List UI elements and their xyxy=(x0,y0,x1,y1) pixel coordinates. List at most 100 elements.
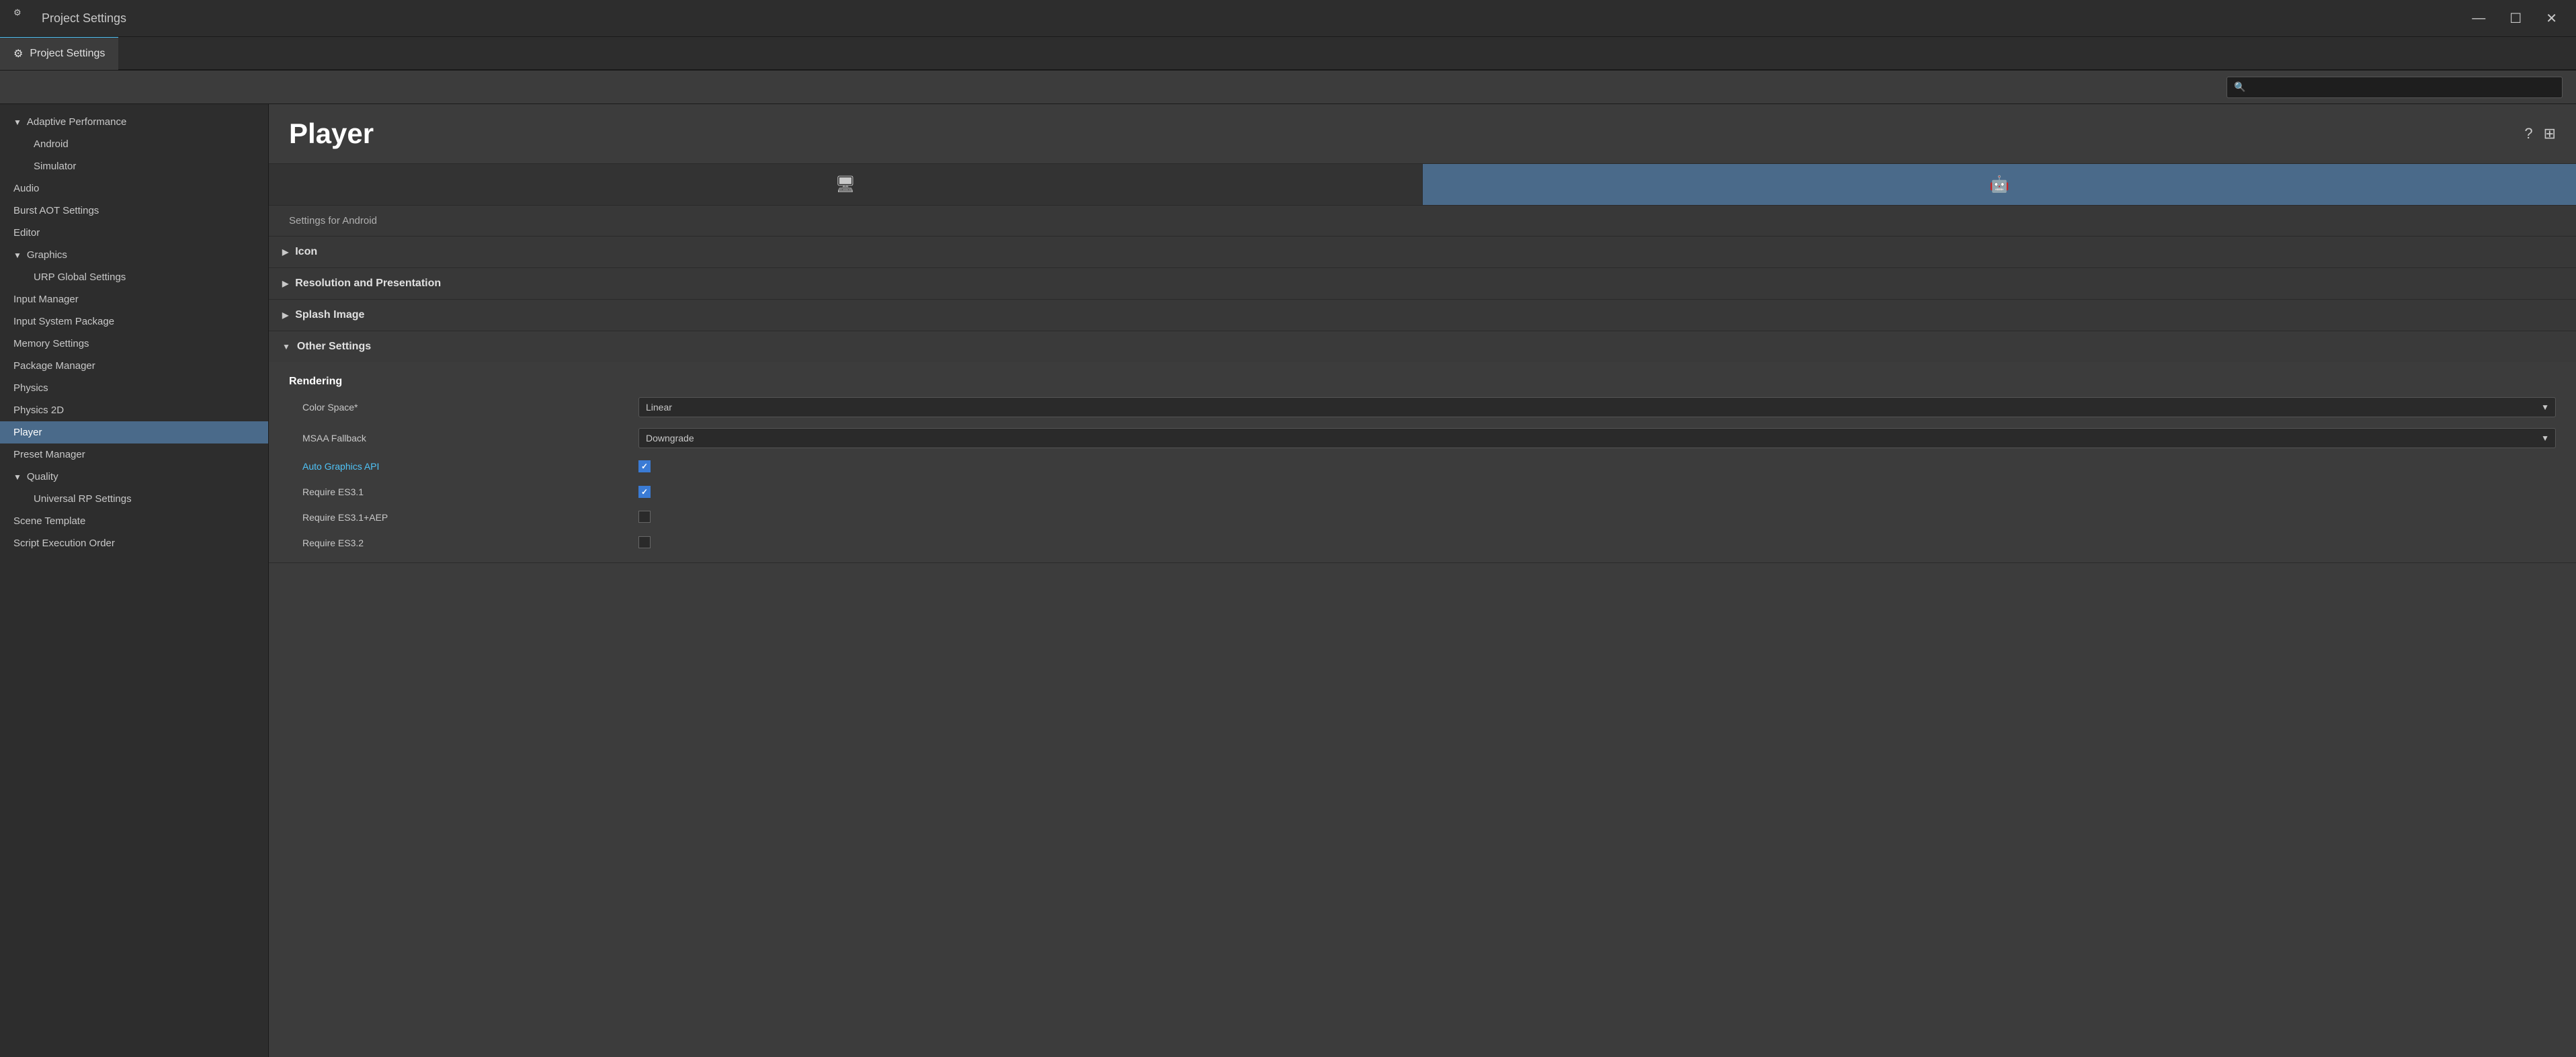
sidebar-item-graphics[interactable]: ▼ Graphics xyxy=(0,244,268,266)
section-resolution: ▶ Resolution and Presentation xyxy=(269,268,2576,300)
search-bar: 🔍 xyxy=(0,71,2576,104)
sidebar-item-urp-global[interactable]: URP Global Settings xyxy=(0,266,268,288)
sidebar-item-physics[interactable]: Physics xyxy=(0,377,268,399)
rendering-group-label: Rendering xyxy=(269,369,2576,392)
es31-label: Require ES3.1 xyxy=(302,487,638,497)
content-header-icons: ? ⊞ xyxy=(2524,125,2556,142)
es31-checkbox[interactable] xyxy=(638,486,651,498)
title-bar-controls: — ☐ ✕ xyxy=(2466,7,2563,30)
sidebar-item-editor[interactable]: Editor xyxy=(0,222,268,244)
sidebar-label-input-manager: Input Manager xyxy=(13,294,79,305)
icon-section-arrow: ▶ xyxy=(282,247,288,257)
content-header: Player ? ⊞ xyxy=(269,104,2576,164)
auto-graphics-checkbox[interactable] xyxy=(638,460,651,472)
sidebar-label-memory-settings: Memory Settings xyxy=(13,338,89,349)
sidebar-label-input-system: Input System Package xyxy=(13,316,114,327)
section-other: ▼ Other Settings Rendering Color Space* … xyxy=(269,331,2576,563)
sidebar-item-audio[interactable]: Audio xyxy=(0,177,268,200)
field-row-es32: Require ES3.2 xyxy=(269,530,2576,556)
tab-gear-icon: ⚙ xyxy=(13,47,23,60)
section-icon-label: Icon xyxy=(295,246,317,258)
splash-section-arrow: ▶ xyxy=(282,310,288,320)
sidebar-label-quality: Quality xyxy=(27,471,58,482)
adaptive-performance-arrow: ▼ xyxy=(13,118,22,127)
title-bar-text: Project Settings xyxy=(42,11,126,26)
msaa-fallback-value: Downgrade None ▼ xyxy=(638,428,2556,448)
tab-label: Project Settings xyxy=(30,48,105,60)
sidebar-item-universal-rp[interactable]: Universal RP Settings xyxy=(0,488,268,510)
quality-arrow: ▼ xyxy=(13,472,22,482)
sidebar-item-adaptive-performance[interactable]: ▼ Adaptive Performance xyxy=(0,111,268,133)
desktop-platform-tab[interactable]: 🖥 xyxy=(269,164,1423,205)
close-button[interactable]: ✕ xyxy=(2540,7,2563,30)
sidebar-label-adaptive-performance: Adaptive Performance xyxy=(27,116,126,128)
tab-bar: ⚙ Project Settings xyxy=(0,37,2576,71)
sidebar-label-burst-aot: Burst AOT Settings xyxy=(13,205,99,216)
help-button[interactable]: ? xyxy=(2524,125,2532,142)
msaa-fallback-dropdown-wrapper: Downgrade None ▼ xyxy=(638,428,2556,448)
title-bar: ⚙ Project Settings — ☐ ✕ xyxy=(0,0,2576,37)
sidebar: ▼ Adaptive Performance Android Simulator… xyxy=(0,104,269,1057)
section-resolution-header[interactable]: ▶ Resolution and Presentation xyxy=(269,268,2576,299)
platform-tabs: 🖥 🤖 xyxy=(269,164,2576,206)
content-title: Player xyxy=(289,118,374,150)
android-icon: 🤖 xyxy=(1989,175,2009,194)
minimize-button[interactable]: — xyxy=(2466,8,2491,29)
settings-for-label: Settings for Android xyxy=(269,206,2576,237)
field-row-auto-graphics: Auto Graphics API xyxy=(269,454,2576,479)
color-space-value: Linear Gamma ▼ xyxy=(638,397,2556,417)
search-wrapper[interactable]: 🔍 xyxy=(2227,77,2563,98)
sidebar-item-input-system[interactable]: Input System Package xyxy=(0,310,268,333)
section-splash-header[interactable]: ▶ Splash Image xyxy=(269,300,2576,331)
es31-aep-label: Require ES3.1+AEP xyxy=(302,512,638,523)
layout-button[interactable]: ⊞ xyxy=(2544,125,2556,142)
es32-checkbox[interactable] xyxy=(638,536,651,548)
sidebar-label-package-manager: Package Manager xyxy=(13,360,95,372)
sidebar-item-simulator[interactable]: Simulator xyxy=(0,155,268,177)
sidebar-label-audio: Audio xyxy=(13,183,39,194)
es31-aep-checkbox[interactable] xyxy=(638,511,651,523)
sidebar-label-physics: Physics xyxy=(13,382,48,394)
content-area: Player ? ⊞ 🖥 🤖 Settings for Android ▶ Ic… xyxy=(269,104,2576,1057)
sidebar-label-urp-global: URP Global Settings xyxy=(34,271,126,283)
color-space-label: Color Space* xyxy=(302,402,638,413)
app-icon: ⚙ xyxy=(13,7,35,29)
color-space-dropdown[interactable]: Linear Gamma xyxy=(638,397,2556,417)
sidebar-label-script-execution: Script Execution Order xyxy=(13,538,115,549)
field-row-es31-aep: Require ES3.1+AEP xyxy=(269,505,2576,530)
es31-value xyxy=(638,486,2556,498)
section-splash: ▶ Splash Image xyxy=(269,300,2576,331)
msaa-fallback-dropdown[interactable]: Downgrade None xyxy=(638,428,2556,448)
search-input[interactable] xyxy=(2249,82,2555,92)
auto-graphics-label[interactable]: Auto Graphics API xyxy=(302,461,638,472)
sidebar-item-burst-aot[interactable]: Burst AOT Settings xyxy=(0,200,268,222)
sidebar-label-graphics: Graphics xyxy=(27,249,67,261)
sidebar-label-physics-2d: Physics 2D xyxy=(13,405,64,416)
sidebar-item-package-manager[interactable]: Package Manager xyxy=(0,355,268,377)
color-space-dropdown-wrapper: Linear Gamma ▼ xyxy=(638,397,2556,417)
section-icon-header[interactable]: ▶ Icon xyxy=(269,237,2576,267)
sidebar-label-player: Player xyxy=(13,427,42,438)
sidebar-item-quality[interactable]: ▼ Quality xyxy=(0,466,268,488)
sidebar-item-input-manager[interactable]: Input Manager xyxy=(0,288,268,310)
sidebar-item-preset-manager[interactable]: Preset Manager xyxy=(0,443,268,466)
graphics-arrow: ▼ xyxy=(13,251,22,260)
msaa-fallback-label: MSAA Fallback xyxy=(302,433,638,443)
desktop-icon: 🖥 xyxy=(835,175,856,194)
field-row-es31: Require ES3.1 xyxy=(269,479,2576,505)
sidebar-item-script-execution[interactable]: Script Execution Order xyxy=(0,532,268,554)
section-other-label: Other Settings xyxy=(297,341,371,353)
maximize-button[interactable]: ☐ xyxy=(2504,7,2527,30)
sidebar-label-editor: Editor xyxy=(13,227,40,239)
section-icon: ▶ Icon xyxy=(269,237,2576,268)
sidebar-label-preset-manager: Preset Manager xyxy=(13,449,85,460)
other-settings-content: Rendering Color Space* Linear Gamma ▼ xyxy=(269,362,2576,562)
section-other-header[interactable]: ▼ Other Settings xyxy=(269,331,2576,362)
sidebar-item-player[interactable]: Player xyxy=(0,421,268,443)
android-platform-tab[interactable]: 🤖 xyxy=(1423,164,2576,205)
project-settings-tab[interactable]: ⚙ Project Settings xyxy=(0,36,118,70)
sidebar-item-physics-2d[interactable]: Physics 2D xyxy=(0,399,268,421)
sidebar-item-memory-settings[interactable]: Memory Settings xyxy=(0,333,268,355)
sidebar-item-scene-template[interactable]: Scene Template xyxy=(0,510,268,532)
sidebar-item-android[interactable]: Android xyxy=(0,133,268,155)
